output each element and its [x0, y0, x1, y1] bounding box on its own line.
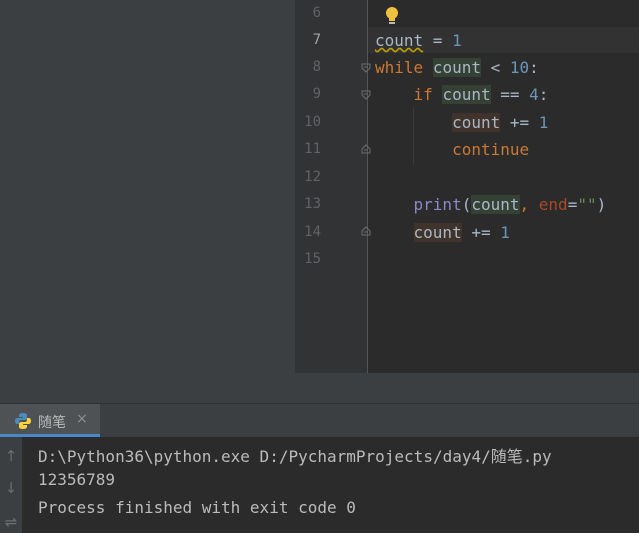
- line-number: 8: [312, 59, 321, 75]
- code-editor[interactable]: 6 7 8 9 10 11 12 13 14 15 count = 1 whil…: [295, 0, 639, 373]
- lightbulb-icon[interactable]: [385, 6, 399, 26]
- console-output-line: 12356789: [38, 470, 116, 489]
- variable-count: count: [413, 223, 462, 242]
- code-line-10[interactable]: count += 1: [375, 109, 548, 136]
- code-line-9[interactable]: if count == 4:: [375, 81, 548, 108]
- console-command-line: D:\Python36\python.exe D:/PycharmProject…: [38, 447, 552, 466]
- console-exit-line: Process finished with exit code 0: [38, 498, 356, 517]
- variable-count: count: [471, 195, 520, 214]
- line-number: 14: [304, 224, 321, 240]
- gutter-separator: [367, 0, 368, 373]
- code-line-11[interactable]: continue: [375, 136, 529, 163]
- project-panel: [0, 0, 295, 403]
- line-number: 6: [312, 5, 321, 21]
- keyword-while: while: [375, 58, 424, 77]
- code-line-13[interactable]: print(count, end=""): [375, 191, 606, 218]
- code-line-14[interactable]: count += 1: [375, 219, 510, 246]
- close-icon[interactable]: ×: [76, 411, 88, 427]
- fold-open-icon[interactable]: [361, 63, 371, 73]
- param-end: end: [538, 195, 568, 214]
- builtin-print: print: [413, 195, 462, 214]
- variable-count: count: [375, 31, 424, 50]
- variable-count: count: [442, 85, 491, 104]
- soft-wrap-icon[interactable]: ⇌: [0, 511, 22, 533]
- run-tab[interactable]: 随笔 ×: [0, 404, 100, 437]
- scroll-up-icon[interactable]: ↑: [0, 445, 22, 467]
- string-literal: "": [577, 195, 597, 214]
- code-line-7[interactable]: count = 1: [375, 27, 462, 54]
- fold-open-icon[interactable]: [361, 90, 371, 100]
- keyword-continue: continue: [452, 140, 530, 159]
- keyword-if: if: [413, 85, 433, 104]
- scroll-down-icon[interactable]: ↓: [0, 477, 22, 499]
- line-number: 9: [312, 86, 321, 102]
- run-console[interactable]: ↑ ↓ ⇌ D:\Python36\python.exe D:/PycharmP…: [0, 437, 639, 533]
- fold-end-icon[interactable]: [361, 226, 371, 236]
- variable-count: count: [452, 113, 501, 132]
- variable-count: count: [432, 58, 481, 77]
- console-toolbar: ↑ ↓ ⇌: [0, 437, 22, 533]
- run-tab-label: 随笔: [38, 415, 66, 431]
- code-line-8[interactable]: while count < 10:: [375, 54, 539, 81]
- line-number: 10: [304, 114, 321, 130]
- editor-bottom-bar: [295, 373, 639, 403]
- line-number: 12: [304, 169, 321, 185]
- line-number: 13: [304, 196, 321, 212]
- line-number: 15: [304, 251, 321, 267]
- fold-end-icon[interactable]: [361, 144, 371, 154]
- run-tool-window-tabs: 随笔 ×: [0, 403, 639, 437]
- line-number: 11: [304, 141, 321, 157]
- python-icon: [15, 413, 31, 429]
- line-number-active: 7: [312, 32, 321, 48]
